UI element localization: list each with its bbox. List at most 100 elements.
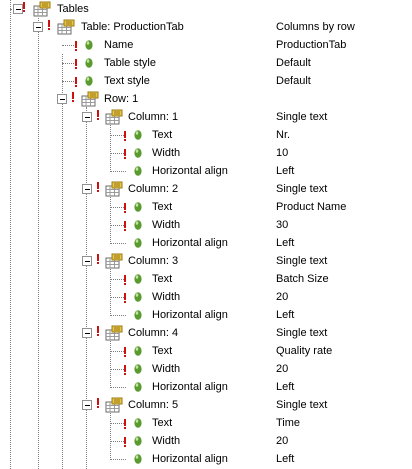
property-tree: Tables Table: ProductionTab Columns by row… (0, 0, 412, 469)
property-icon (134, 436, 142, 446)
property-label: Horizontal align (152, 237, 228, 249)
property-label: Horizontal align (152, 165, 228, 177)
tree-connector-line (110, 125, 111, 172)
tree-node-column-label: Column: 2 (128, 183, 179, 195)
expand-column-toggle[interactable] (82, 184, 92, 194)
tree-node-column-value: Single text (276, 111, 328, 123)
property-value: Batch Size (276, 273, 329, 285)
tree-connector-line (110, 341, 111, 388)
property-icon (134, 202, 142, 212)
property-value: Nr. (276, 129, 291, 141)
tree-node-table-value: Columns by row (276, 21, 355, 33)
property-label: Horizontal align (152, 309, 228, 321)
tree-connector-line (62, 81, 76, 82)
property-value: 30 (276, 219, 289, 231)
property-icon (85, 76, 93, 86)
table-folder-icon (105, 253, 123, 269)
table-folder-icon (105, 109, 123, 125)
property-value: Left (276, 453, 295, 465)
property-icon (134, 148, 142, 158)
property-icon (134, 418, 142, 428)
property-label: Text style (104, 75, 150, 87)
expand-table-toggle[interactable] (33, 22, 43, 32)
required-marker-icon (124, 221, 126, 231)
property-icon (85, 58, 93, 68)
property-label: Name (104, 39, 134, 51)
property-value: Quality rate (276, 345, 333, 357)
tree-connector-line (110, 243, 126, 244)
required-marker-icon (97, 326, 99, 336)
tree-node-column-label: Column: 1 (128, 111, 179, 123)
required-marker-icon (124, 365, 126, 375)
property-label: Horizontal align (152, 453, 228, 465)
property-icon (134, 238, 142, 248)
property-label: Width (152, 435, 181, 447)
property-value: Time (276, 417, 301, 429)
tree-connector-line (110, 387, 126, 388)
required-marker-icon (97, 398, 99, 408)
required-marker-icon (48, 20, 50, 30)
tree-node-column-value: Single text (276, 255, 328, 267)
property-label: Width (152, 291, 181, 303)
property-value: 10 (276, 147, 289, 159)
required-marker-icon (75, 77, 77, 87)
property-icon (134, 346, 142, 356)
tree-node-column-value: Single text (276, 399, 328, 411)
property-label: Width (152, 363, 181, 375)
tree-connector-line (38, 18, 39, 469)
required-marker-icon (72, 92, 74, 102)
expand-tables-toggle[interactable] (13, 4, 23, 14)
required-marker-icon (75, 41, 77, 51)
tree-connector-line (110, 171, 126, 172)
property-value: Default (276, 75, 311, 87)
property-label: Width (152, 219, 181, 231)
property-icon (134, 382, 142, 392)
required-marker-icon (124, 419, 126, 429)
property-label: Text (152, 417, 173, 429)
property-icon (85, 40, 93, 50)
required-marker-icon (97, 254, 99, 264)
property-value: Left (276, 165, 295, 177)
property-label: Text (152, 201, 173, 213)
property-value: Left (276, 381, 295, 393)
property-icon (134, 166, 142, 176)
property-label: Text (152, 345, 173, 357)
expand-row-toggle[interactable] (57, 94, 67, 104)
table-folder-icon (81, 91, 99, 107)
property-label: Text (152, 273, 173, 285)
required-marker-icon (97, 182, 99, 192)
tree-connector-line (62, 63, 76, 64)
required-marker-icon (124, 275, 126, 285)
required-marker-icon (124, 437, 126, 447)
required-marker-icon (124, 203, 126, 213)
tree-connector-line (110, 315, 126, 316)
required-marker-icon (124, 149, 126, 159)
property-value: ProductionTab (276, 39, 347, 51)
property-value: 20 (276, 291, 289, 303)
property-value: 20 (276, 435, 289, 447)
property-value: Left (276, 237, 295, 249)
tree-node-table-label: Table: ProductionTab (81, 21, 184, 33)
tree-connector-line (10, 0, 11, 469)
table-folder-icon (33, 1, 51, 17)
tree-connector-line (62, 54, 63, 469)
expand-column-toggle[interactable] (82, 328, 92, 338)
property-icon (134, 130, 142, 140)
tree-node-row-label: Row: 1 (104, 93, 139, 105)
property-icon (134, 274, 142, 284)
expand-column-toggle[interactable] (82, 112, 92, 122)
tree-node-column-label: Column: 4 (128, 327, 179, 339)
property-value: Product Name (276, 201, 347, 213)
tree-node-tables-label: Tables (57, 3, 89, 15)
expand-column-toggle[interactable] (82, 256, 92, 266)
required-marker-icon (124, 131, 126, 141)
expand-column-toggle[interactable] (82, 400, 92, 410)
property-icon (134, 454, 142, 464)
tree-node-column-value: Single text (276, 327, 328, 339)
table-folder-icon (57, 19, 75, 35)
required-marker-icon (124, 293, 126, 303)
tree-connector-line (86, 107, 87, 469)
property-label: Horizontal align (152, 381, 228, 393)
table-folder-icon (105, 397, 123, 413)
required-marker-icon (75, 59, 77, 69)
